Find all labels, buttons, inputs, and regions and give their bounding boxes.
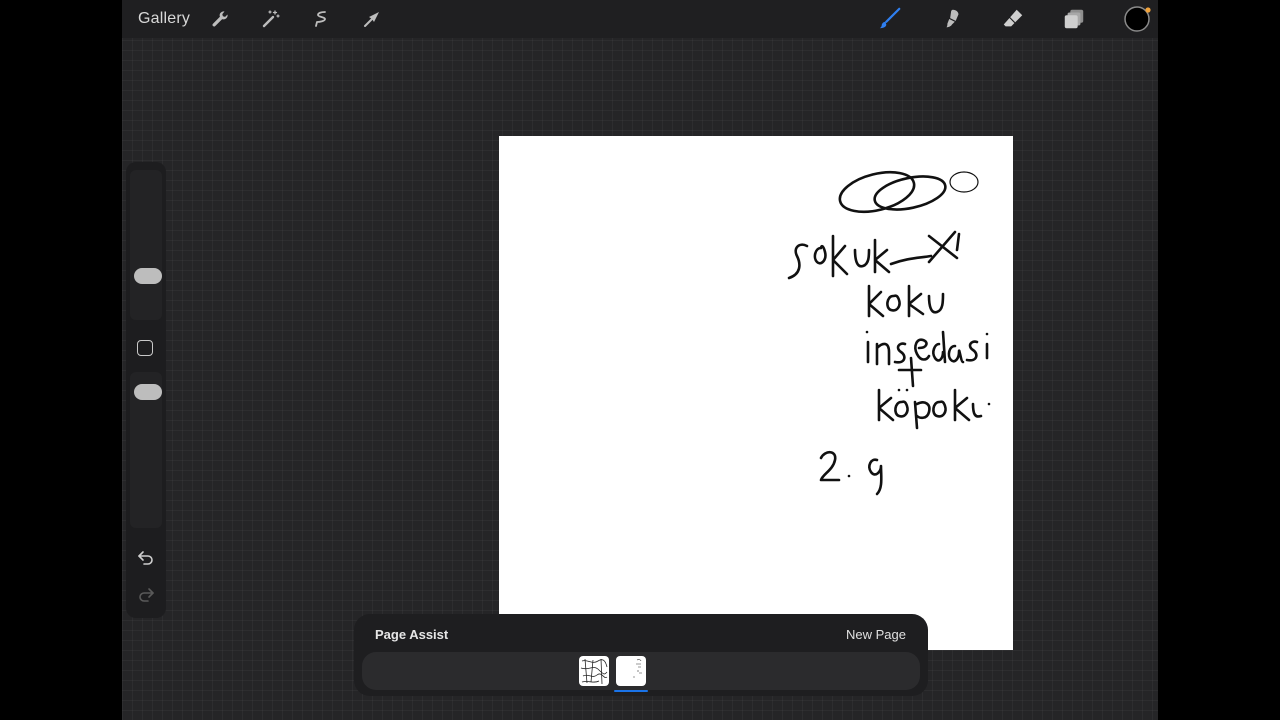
drawing-canvas[interactable] [499, 136, 1013, 650]
active-page-indicator [614, 690, 648, 692]
smudge-icon[interactable] [940, 7, 964, 31]
page-assist-panel: Page Assist New Page [354, 614, 928, 696]
procreate-app: Gallery Page Assist New Page [122, 0, 1158, 720]
magic-wand-icon[interactable] [259, 7, 283, 31]
opacity-thumb[interactable] [134, 384, 162, 400]
handwritten-sketch [787, 170, 991, 496]
top-toolbar: Gallery [122, 0, 1158, 38]
opacity-slider[interactable] [130, 372, 162, 528]
eraser-icon[interactable] [1001, 7, 1025, 31]
transform-arrow-icon[interactable] [360, 7, 384, 31]
page-thumbnail-strip [362, 652, 920, 692]
undo-icon[interactable] [136, 548, 156, 568]
page-thumbnail-2[interactable] [616, 656, 646, 686]
brush-size-slider[interactable] [130, 170, 162, 320]
brush-size-thumb[interactable] [134, 268, 162, 284]
redo-icon[interactable] [136, 585, 156, 605]
color-swatch-icon[interactable] [1122, 4, 1152, 34]
page-assist-title: Page Assist [375, 627, 449, 642]
brush-icon[interactable] [878, 7, 902, 31]
page-thumbnail-1[interactable] [579, 656, 609, 686]
modify-button[interactable] [137, 340, 153, 356]
gallery-button[interactable]: Gallery [138, 10, 190, 28]
new-page-button[interactable]: New Page [846, 627, 906, 642]
layers-icon[interactable] [1062, 7, 1086, 31]
left-sidebar [126, 162, 166, 618]
selection-icon[interactable] [310, 7, 334, 31]
wrench-icon[interactable] [208, 7, 232, 31]
